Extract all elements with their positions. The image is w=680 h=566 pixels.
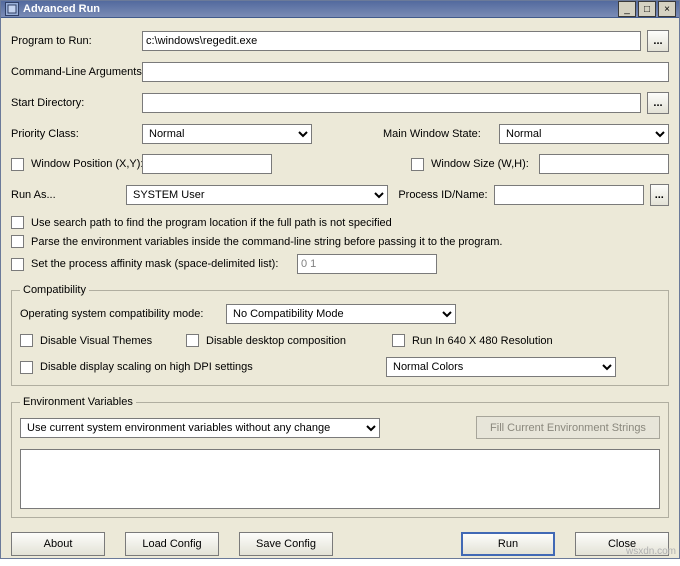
titlebar: Advanced Run _ □ ×	[1, 1, 679, 18]
app-icon	[5, 2, 19, 16]
run-button[interactable]: Run	[461, 532, 555, 556]
parse-env-checkbox[interactable]	[11, 235, 24, 248]
save-config-button[interactable]: Save Config	[239, 532, 333, 556]
disable-dpi-checkbox[interactable]	[20, 361, 33, 374]
affinity-checkbox[interactable]	[11, 258, 24, 271]
affinity-label: Set the process affinity mask (space-del…	[31, 258, 278, 270]
winsize-checkbox[interactable]	[411, 158, 424, 171]
button-bar: About Load Config Save Config Run Close	[11, 528, 669, 556]
use-search-path-checkbox[interactable]	[11, 216, 24, 229]
watermark: wsxdn.com	[626, 546, 676, 557]
cmdline-label: Command-Line Arguments:	[11, 66, 136, 78]
runas-select[interactable]: SYSTEM User	[126, 185, 388, 205]
advanced-run-window: Advanced Run _ □ × Program to Run: ... C…	[0, 0, 680, 559]
disable-desktop-comp-checkbox[interactable]	[186, 334, 199, 347]
runas-label: Run As...	[11, 189, 120, 201]
disable-dpi-label: Disable display scaling on high DPI sett…	[40, 361, 253, 373]
winpos-label: Window Position (X,Y):	[31, 158, 143, 170]
run640-checkbox[interactable]	[392, 334, 405, 347]
fill-env-button: Fill Current Environment Strings	[476, 416, 660, 439]
winsize-input[interactable]	[539, 154, 669, 174]
startdir-input[interactable]	[142, 93, 641, 113]
close-window-button[interactable]: ×	[658, 1, 676, 17]
window-controls: _ □ ×	[618, 1, 676, 17]
program-browse-button[interactable]: ...	[647, 30, 669, 52]
startdir-browse-button[interactable]: ...	[647, 92, 669, 114]
winstate-select[interactable]: Normal	[499, 124, 669, 144]
disable-desktop-comp-label: Disable desktop composition	[206, 335, 346, 347]
run640-label: Run In 640 X 480 Resolution	[412, 335, 553, 347]
content-area: Program to Run: ... Command-Line Argumen…	[1, 18, 679, 566]
window-title: Advanced Run	[23, 3, 618, 15]
winpos-checkbox[interactable]	[11, 158, 24, 171]
about-button[interactable]: About	[11, 532, 105, 556]
priority-select[interactable]: Normal	[142, 124, 312, 144]
envvars-group: Environment Variables Use current system…	[11, 396, 669, 518]
cmdline-input[interactable]	[142, 62, 669, 82]
winstate-label: Main Window State:	[383, 128, 493, 140]
compatibility-legend: Compatibility	[20, 284, 89, 296]
affinity-input[interactable]	[297, 254, 437, 274]
envmode-select[interactable]: Use current system environment variables…	[20, 418, 380, 438]
disable-themes-label: Disable Visual Themes	[40, 335, 152, 347]
winpos-input[interactable]	[142, 154, 272, 174]
oscompat-select[interactable]: No Compatibility Mode	[226, 304, 456, 324]
colors-select[interactable]: Normal Colors	[386, 357, 616, 377]
disable-themes-checkbox[interactable]	[20, 334, 33, 347]
use-search-path-label: Use search path to find the program loca…	[31, 217, 392, 229]
program-label: Program to Run:	[11, 35, 136, 47]
minimize-button[interactable]: _	[618, 1, 636, 17]
oscompat-label: Operating system compatibility mode:	[20, 308, 220, 320]
load-config-button[interactable]: Load Config	[125, 532, 219, 556]
priority-label: Priority Class:	[11, 128, 136, 140]
procid-label: Process ID/Name:	[398, 189, 487, 201]
winsize-label: Window Size (W,H):	[431, 158, 529, 170]
procid-input[interactable]	[494, 185, 644, 205]
compatibility-group: Compatibility Operating system compatibi…	[11, 284, 669, 386]
env-textarea[interactable]	[20, 449, 660, 509]
envvars-legend: Environment Variables	[20, 396, 136, 408]
parse-env-label: Parse the environment variables inside t…	[31, 236, 502, 248]
maximize-button[interactable]: □	[638, 1, 656, 17]
program-input[interactable]	[142, 31, 641, 51]
startdir-label: Start Directory:	[11, 97, 136, 109]
procid-browse-button[interactable]: ...	[650, 184, 669, 206]
